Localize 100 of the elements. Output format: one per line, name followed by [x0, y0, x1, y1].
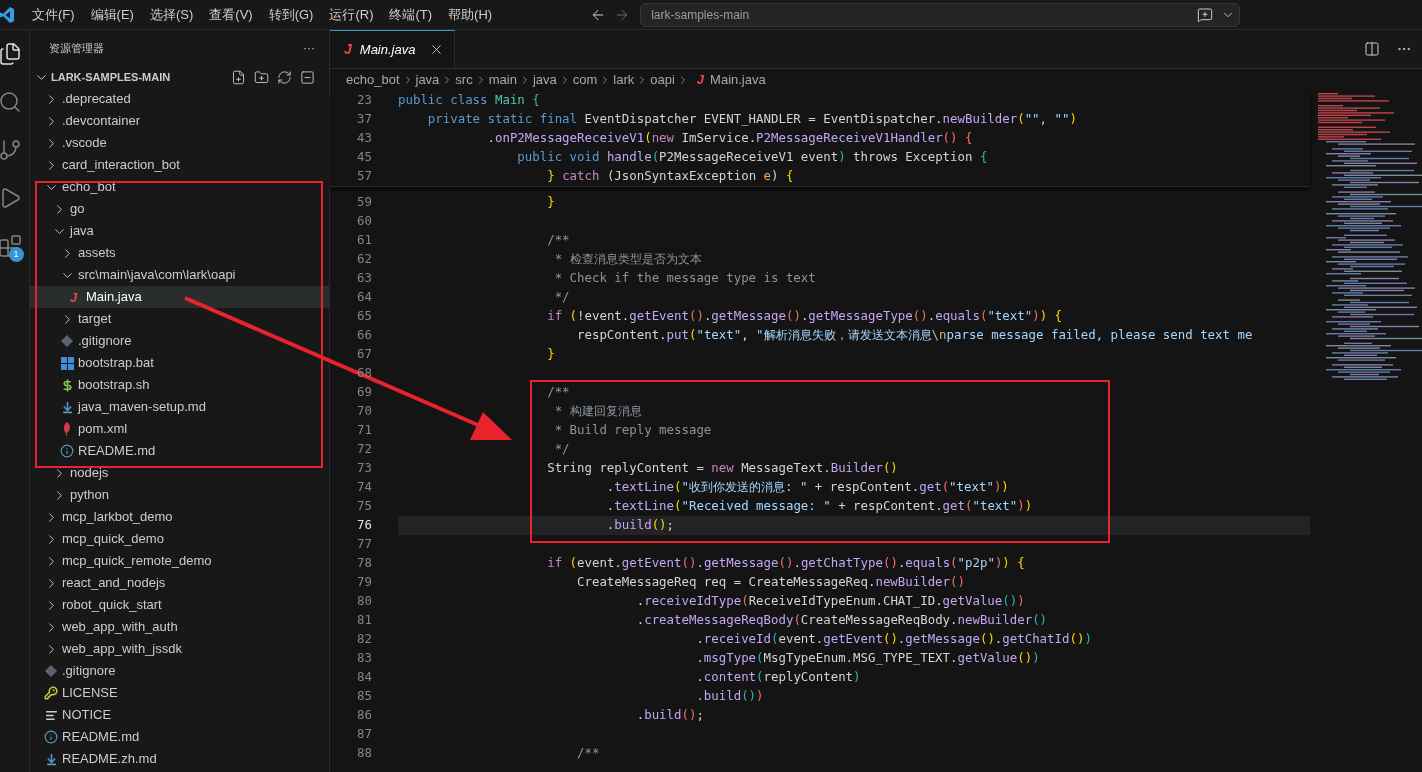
line-number: 64	[356, 288, 372, 307]
code-line: if (!event.getEvent().getMessage().getMessageType().equals("text")) {	[546, 307, 1063, 326]
extensions-icon[interactable]	[0, 234, 22, 258]
code-line: * Build reply message	[553, 421, 712, 440]
line-number: 83	[356, 649, 372, 668]
breadcrumb-item[interactable]: main	[488, 70, 517, 90]
menu-item[interactable]: 文件(F)	[24, 4, 83, 25]
feather-icon	[62, 422, 72, 436]
new-folder-icon[interactable]	[254, 69, 269, 85]
editor-tab[interactable]: J Main.java	[330, 30, 456, 68]
explorer-icon[interactable]	[0, 42, 22, 66]
line-number: 63	[356, 269, 372, 288]
tree-item[interactable]: README.zh.md	[30, 748, 329, 770]
menu-item[interactable]: 运行(R)	[321, 4, 382, 25]
chat-icon[interactable]	[1197, 6, 1214, 23]
download-icon	[60, 400, 74, 414]
tree-item[interactable]: nodejs	[30, 462, 329, 484]
line-number: 65	[356, 307, 372, 326]
tree-item[interactable]: card_interaction_bot	[30, 154, 329, 176]
line-number: 77	[356, 535, 372, 554]
tree-item[interactable]: python	[30, 484, 329, 506]
line-number: 85	[356, 687, 372, 706]
code-line: .build())	[695, 687, 764, 706]
line-number: 60	[356, 212, 372, 231]
tree-item[interactable]: target	[30, 308, 329, 330]
breadcrumb-item[interactable]: src	[455, 70, 473, 90]
tree-item[interactable]: mcp_larkbot_demo	[30, 506, 329, 528]
tree-item[interactable]: mcp_quick_remote_demo	[30, 550, 329, 572]
menu-item[interactable]: 编辑(E)	[82, 4, 142, 25]
tree-item[interactable]: src\main\java\com\lark\oapi	[30, 264, 329, 286]
tree-item[interactable]: java_maven-setup.md	[30, 396, 329, 418]
code-line: }	[546, 193, 555, 212]
tree-item[interactable]: mcp_quick_demo	[30, 528, 329, 550]
code-line: CreateMessageReq req = CreateMessageReq.newBuilder()	[576, 573, 965, 592]
breadcrumb-item[interactable]: lark	[613, 70, 635, 90]
tree-item[interactable]: README.md	[30, 726, 329, 748]
menu-item[interactable]: 帮助(H)	[440, 4, 501, 25]
code-line: public class Main {	[398, 91, 540, 110]
diamond-icon	[61, 335, 73, 347]
tree-item[interactable]: bootstrap.bat	[30, 352, 329, 374]
code-line: .createMessageReqBody(CreateMessageReqBody.newBuilder()	[635, 611, 1048, 630]
tree-item[interactable]: .deprecated	[30, 88, 329, 110]
tree-item[interactable]: LICENSE	[30, 682, 329, 704]
tree-item[interactable]: web_app_with_jssdk	[30, 638, 329, 660]
line-number: 79	[356, 573, 372, 592]
menu-item[interactable]: 选择(S)	[141, 4, 202, 25]
new-file-icon[interactable]	[231, 69, 246, 85]
tree-item[interactable]: java	[30, 220, 329, 242]
line-number: 66	[356, 326, 372, 345]
run-debug-icon[interactable]	[0, 186, 22, 210]
menu-item[interactable]: 终端(T)	[381, 4, 441, 25]
command-center-field[interactable]: lark-samples-main	[640, 2, 1241, 27]
code-line: .receiveIdType(ReceiveIdTypeEnum.CHAT_ID.getValue())	[635, 592, 1025, 611]
source-control-icon[interactable]	[0, 138, 22, 162]
code-line: .textLine("收到你发送的消息: " + respContent.get("text"))	[605, 478, 1009, 497]
search-icon[interactable]	[0, 90, 22, 114]
tree-item[interactable]: .gitignore	[30, 330, 329, 352]
tree-item[interactable]: echo_bot	[30, 176, 329, 198]
menu-item[interactable]: 转到(G)	[260, 4, 322, 25]
line-number: 70	[356, 402, 372, 421]
line-number: 37	[356, 110, 372, 129]
line-number: 71	[356, 421, 372, 440]
tree-item[interactable]: pom.xml	[30, 418, 329, 440]
tree-item[interactable]: assets	[30, 242, 329, 264]
tree-item[interactable]: bootstrap.sh	[30, 374, 329, 396]
line-number: 80	[356, 592, 372, 611]
app-logo-icon	[0, 6, 14, 23]
tree-item[interactable]: .vscode	[30, 132, 329, 154]
lines-icon	[44, 708, 58, 722]
breadcrumb-item[interactable]: java	[415, 70, 440, 90]
line-number: 78	[356, 554, 372, 573]
collapse-icon[interactable]	[300, 69, 315, 85]
more-button[interactable]: ···	[303, 39, 315, 57]
code-line: .textLine("Received message: " + respContent.get("text"))	[605, 497, 1033, 516]
code-line: private static final EventDispatcher EVENT_HANDLER = EventDispatcher.newBuilder("", "")	[426, 110, 1077, 129]
code-line: .receiveId(event.getEvent().getMessage().getChatId())	[695, 630, 1092, 649]
tree-item[interactable]: .gitignore	[30, 660, 329, 682]
line-number: 74	[356, 478, 372, 497]
tree-item[interactable]: react_and_nodejs	[30, 572, 329, 594]
refresh-icon[interactable]	[277, 69, 292, 85]
line-number: 88	[356, 744, 372, 763]
tree-item[interactable]: go	[30, 198, 329, 220]
breadcrumb-item[interactable]: com	[572, 70, 598, 90]
line-number: 72	[356, 440, 372, 459]
breadcrumb-item[interactable]: echo_bot	[346, 70, 400, 90]
tree-item[interactable]: README.md	[30, 440, 329, 462]
tree-item[interactable]: .devcontainer	[30, 110, 329, 132]
line-number: 87	[356, 725, 372, 744]
project-title[interactable]: LARK-SAMPLES-MAIN	[51, 68, 231, 86]
split-editor-icon[interactable]	[1364, 41, 1380, 57]
info-icon	[60, 444, 74, 458]
tree-item[interactable]: robot_quick_start	[30, 594, 329, 616]
breadcrumb-item[interactable]: java	[532, 70, 557, 90]
breadcrumb-item[interactable]: Main.java	[710, 70, 766, 90]
tree-item[interactable]: J Main.java	[30, 286, 329, 308]
menu-item[interactable]: 查看(V)	[201, 4, 261, 25]
tree-item[interactable]: web_app_with_auth	[30, 616, 329, 638]
tree-item[interactable]: NOTICE	[30, 704, 329, 726]
code-line: .onP2MessageReceiveV1(new ImService.P2MessageReceiveV1Handler() {	[486, 129, 973, 148]
breadcrumb-item[interactable]: oapi	[650, 70, 675, 90]
